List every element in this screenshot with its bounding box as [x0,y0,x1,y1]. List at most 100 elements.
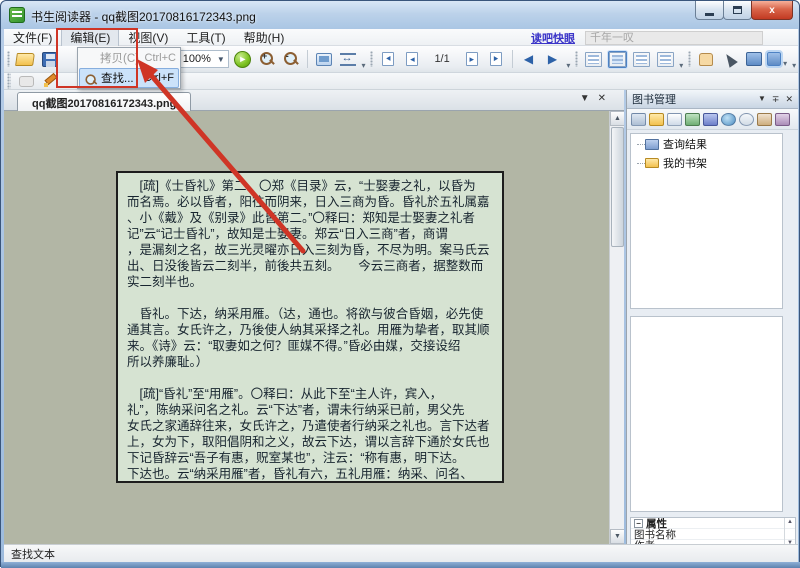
fit-width-button[interactable] [337,48,359,70]
select-tool-button[interactable] [719,48,741,70]
next-view-button[interactable]: ► [232,48,254,70]
close-tab-icon[interactable]: ✕ [598,94,606,104]
view-mode-button[interactable]: ▾ [767,48,789,70]
tree-item-my-bookshelf[interactable]: 我的书架 [631,153,782,172]
library-panel-title: 图书管理 [632,91,676,107]
single-page-layout-button[interactable] [582,48,604,70]
maximize-icon [733,6,742,14]
window-title: 书生阅读器 - qq截图20170816172343.png [31,8,256,25]
property-row-book-name[interactable]: 图书名称 [631,529,795,540]
close-icon: x [769,5,775,16]
toolbar-separator [512,50,513,68]
tree-item-label: 我的书架 [663,155,707,171]
open-book-button[interactable] [631,113,646,126]
tree-item-label: 查询结果 [663,136,707,152]
continuous-layout-button[interactable] [606,48,628,70]
toolbar-grip [688,51,691,67]
app-logo-icon [9,7,25,23]
zoom-out-icon: - [283,51,299,67]
page-indicator: 1/1 [424,53,459,65]
status-text: 查找文本 [11,546,55,562]
menu-file[interactable]: 文件(F) [4,28,61,47]
overflow-chevron-icon[interactable]: ▾ [360,61,368,70]
library-panel-header: 图书管理 ▼ ∓ ✕ [627,90,798,109]
go-back-button[interactable]: ◀ [518,48,540,70]
previous-page-button[interactable]: ◂ [401,48,423,70]
fit-page-icon [316,53,332,66]
menu-tools[interactable]: 工具(T) [177,28,234,47]
download-button[interactable] [703,113,718,126]
export-button[interactable] [685,113,700,126]
pin-icon[interactable]: ∓ [772,95,780,104]
comment-button[interactable] [15,70,37,92]
tree-item-query-results[interactable]: 查询结果 [631,134,782,153]
maximize-button[interactable] [723,1,752,20]
plus-glyph: + [262,51,267,61]
chevron-down-icon: ▼ [217,55,225,64]
minus-glyph: - [286,51,289,61]
library-detail-pane [630,316,783,512]
active-document-tab[interactable]: qq截图20170816172343.png [17,92,191,111]
minimize-button[interactable] [695,1,724,20]
next-page-button[interactable]: ▸ [461,48,483,70]
cursor-arrow-icon [722,51,738,67]
overflow-chevron-icon[interactable]: ▾ [565,61,573,70]
undo-button[interactable] [757,113,772,126]
last-page-icon: ⯈ [490,52,502,66]
web-library-button[interactable] [721,113,736,126]
panel-header-buttons: ▼ ∓ ✕ [758,95,793,104]
continuous-facing-layout-button[interactable] [654,48,676,70]
document-tab-bar: qq截图20170816172343.png ▼ ✕ [4,90,624,111]
close-panel-icon[interactable]: ✕ [785,95,793,104]
overflow-chevron-icon[interactable]: ▾ [790,61,798,70]
scroll-up-icon[interactable]: ▲ [610,111,624,126]
copy-shortcut: Ctrl+C [145,52,176,64]
tab-list-chevron-icon[interactable]: ▼ [580,94,590,104]
save-disk-icon [42,52,57,67]
snapshot-icon [746,52,762,66]
quick-read-link[interactable]: 读吧快眼 [531,30,575,46]
green-forward-arrow-icon: ► [234,51,251,68]
redo-button[interactable] [775,113,790,126]
open-folder-icon [15,53,35,66]
fit-page-button[interactable] [313,48,335,70]
close-button[interactable]: x [751,1,793,20]
menu-help[interactable]: 帮助(H) [235,28,294,47]
zoom-level-value: 100% [183,53,211,65]
zoom-in-button[interactable]: + [256,48,278,70]
overflow-chevron-icon[interactable]: ▾ [677,61,685,70]
first-page-icon: ⯇ [382,52,394,66]
search-document-button[interactable] [667,113,682,126]
scroll-up-icon[interactable]: ▲ [787,519,793,525]
zoom-level-select[interactable]: 100% ▼ [179,50,229,68]
page-paragraph: [疏]“昏礼”至“用雁”。〇释曰：从此下至“主人许，宾入， 礼”，陈纳采问名之礼… [127,386,493,482]
scroll-down-icon[interactable]: ▼ [610,529,624,544]
snapshot-tool-button[interactable] [743,48,765,70]
library-panel: 图书管理 ▼ ∓ ✕ 查询结果 我的书架 [626,90,798,546]
vertical-scrollbar[interactable]: ▲ ▼ [609,111,624,544]
facing-layout-button[interactable] [630,48,652,70]
open-file-button[interactable] [14,48,36,70]
document-viewport[interactable]: [疏]《士昏礼》第二。〇郑《目录》云，“士娶妻之礼，以昏为 而名焉。必以昏者，阳… [4,111,624,544]
last-page-button[interactable]: ⯈ [485,48,507,70]
panel-menu-chevron-icon[interactable]: ▼ [758,95,766,103]
zoom-out-button[interactable]: - [280,48,302,70]
menu-bar-right: 读吧快眼 千年一叹 [531,30,763,46]
search-button[interactable] [739,113,754,126]
properties-panel: − 属性 图书名称 作者 ▲ ▼ [630,517,796,546]
first-page-button[interactable]: ⯇ [377,48,399,70]
toolbar-grip [575,51,578,67]
find-shortcut: Ctrl+F [144,72,174,84]
title-bar[interactable]: 书生阅读器 - qq截图20170816172343.png x [1,1,799,29]
scanned-page: [疏]《士昏礼》第二。〇郑《目录》云，“士娶妻之礼，以昏为 而名焉。必以昏者，阳… [116,171,504,483]
minimize-icon [705,13,714,16]
continuous-page-icon [609,52,626,67]
folder-button[interactable] [649,113,664,126]
go-forward-button[interactable]: ▶ [542,48,564,70]
hand-tool-button[interactable] [695,48,717,70]
hand-tool-icon [699,53,713,66]
properties-scrollbar[interactable]: ▲ ▼ [784,518,795,546]
book-search-input[interactable]: 千年一叹 [585,31,763,45]
chevron-down-icon: ▾ [781,59,789,68]
scrollbar-thumb[interactable] [611,127,624,247]
